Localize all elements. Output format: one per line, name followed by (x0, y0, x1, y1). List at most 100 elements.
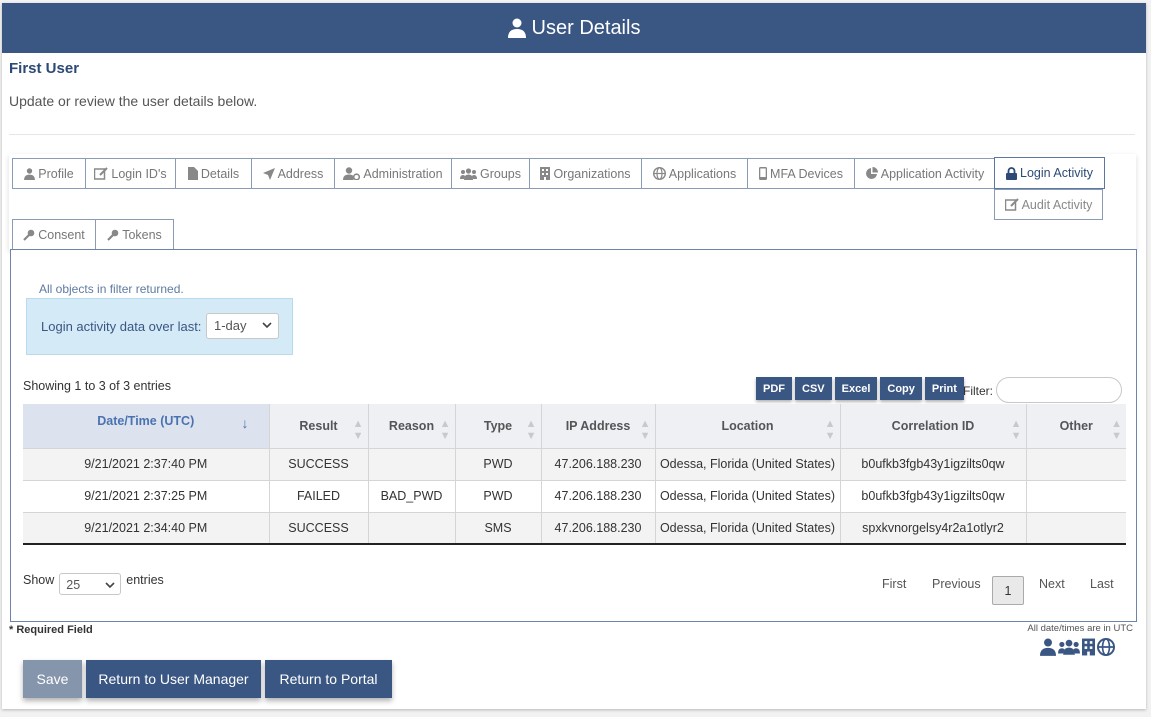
tab-organizations[interactable]: Organizations (529, 158, 642, 189)
required-field-note: * Required Field (9, 624, 93, 636)
chart-pie-icon (865, 167, 878, 179)
pager-last[interactable]: Last (1090, 577, 1114, 591)
column-label: IP Address (565, 418, 631, 433)
pager-previous[interactable]: Previous (932, 577, 981, 591)
sort-icon: ▲ ▼ (525, 418, 537, 442)
range-select-value: 1-day (214, 318, 247, 333)
save-button[interactable]: Save (23, 660, 82, 698)
csv-button[interactable]: CSV (795, 377, 832, 400)
column-header-ip[interactable]: IP Address ▲ ▼ (541, 404, 656, 448)
tab-label: Address (277, 166, 324, 181)
tab-login-ids[interactable]: Login ID's (85, 158, 176, 189)
users-icon (1058, 639, 1080, 655)
tab-label: Profile (38, 166, 74, 181)
sort-desc-icon: ↓ (241, 415, 249, 431)
user-name-heading: First User (9, 60, 80, 77)
building-icon (1082, 638, 1095, 656)
cell-correlation-id: b0ufkb3fgb43y1igzilts0qw (840, 447, 1027, 480)
return-to-portal-button[interactable]: Return to Portal (265, 660, 392, 698)
tab-login-activity[interactable]: Login Activity (994, 157, 1105, 189)
column-label: Location (721, 418, 774, 433)
cell-result: SUCCESS (269, 447, 369, 480)
location-arrow-icon (262, 167, 275, 180)
tab-label: Login ID's (111, 166, 167, 181)
cell-location: Odessa, Florida (United States) (655, 511, 841, 545)
tab-label: Audit Activity (1021, 197, 1093, 212)
column-header-correlation-id[interactable]: Correlation ID ▲ ▼ (840, 404, 1027, 448)
table-row: 9/21/2021 2:37:25 PM FAILED BAD_PWD PWD … (23, 479, 1126, 512)
pager-next[interactable]: Next (1039, 577, 1065, 591)
tab-label: Applications (668, 166, 737, 181)
mobile-icon (759, 167, 768, 180)
tab-groups[interactable]: Groups (451, 158, 530, 189)
globe-icon (1097, 638, 1115, 656)
tab-mfa-devices[interactable]: MFA Devices (747, 158, 855, 189)
cell-datetime: 9/21/2021 2:34:40 PM (23, 511, 270, 545)
tab-tokens[interactable]: Tokens (95, 219, 174, 250)
column-header-datetime[interactable]: Date/Time (UTC) ↓ (23, 404, 270, 448)
edit-icon (1004, 198, 1019, 211)
tab-consent[interactable]: Consent (12, 219, 96, 250)
tab-label: Administration (363, 166, 443, 181)
pdf-button[interactable]: PDF (756, 377, 792, 400)
globe-icon (652, 167, 666, 180)
cell-type: PWD (455, 447, 542, 480)
sort-icon: ▲ ▼ (1010, 418, 1022, 442)
entries-select-value: 25 (66, 578, 81, 592)
filter-note: All objects in filter returned. (39, 282, 184, 296)
tab-application-activity[interactable]: Application Activity (854, 158, 995, 189)
tab-administration[interactable]: Administration (334, 158, 452, 189)
chevron-down-icon (262, 314, 272, 346)
sort-icon: ▲ ▼ (639, 418, 651, 442)
tab-label: MFA Devices (770, 166, 843, 181)
print-button[interactable]: Print (924, 377, 964, 400)
key-icon (107, 229, 119, 241)
column-header-type[interactable]: Type ▲ ▼ (455, 404, 542, 448)
column-label: Date/Time (UTC) (97, 414, 195, 428)
column-label: Result (299, 418, 338, 433)
cell-ip: 47.206.188.230 (541, 479, 656, 512)
column-label: Type (483, 418, 513, 433)
range-select[interactable]: 1-day (206, 313, 279, 339)
page-header: User Details (2, 3, 1146, 53)
chevron-down-icon (105, 574, 115, 603)
key-icon (23, 229, 35, 241)
cell-location: Odessa, Florida (United States) (655, 447, 841, 480)
entries-select[interactable]: 25 (59, 573, 122, 595)
user-cog-icon (343, 167, 361, 180)
column-header-result[interactable]: Result ▲ ▼ (269, 404, 369, 448)
table-row: 9/21/2021 2:37:40 PM SUCCESS PWD 47.206.… (23, 447, 1126, 480)
lock-icon (1006, 166, 1018, 180)
cell-type: SMS (455, 511, 542, 545)
cell-result: FAILED (269, 479, 369, 512)
tab-audit-activity[interactable]: Audit Activity (994, 189, 1103, 220)
tab-label: Application Activity (880, 166, 985, 181)
legend-icons (1040, 638, 1115, 656)
column-header-other[interactable]: Other ▲ ▼ (1026, 404, 1126, 448)
entries-show-label: Show (23, 573, 55, 587)
return-to-user-manager-button[interactable]: Return to User Manager (86, 660, 261, 698)
excel-button[interactable]: Excel (834, 377, 878, 400)
filter-input[interactable] (996, 377, 1122, 403)
sort-icon: ▲ ▼ (824, 418, 836, 442)
pager-first[interactable]: First (882, 577, 906, 591)
table-row: 9/21/2021 2:34:40 PM SUCCESS SMS 47.206.… (23, 511, 1126, 545)
pager-current-page[interactable]: 1 (992, 576, 1024, 605)
user-icon (507, 18, 526, 38)
table-info: Showing 1 to 3 of 3 entries (23, 379, 172, 393)
copy-button[interactable]: Copy (880, 377, 922, 400)
tab-profile[interactable]: Profile (12, 158, 86, 189)
tab-address[interactable]: Address (251, 158, 335, 189)
column-header-reason[interactable]: Reason ▲ ▼ (368, 404, 456, 448)
tab-details[interactable]: Details (175, 158, 252, 189)
user-icon (24, 167, 36, 180)
cell-reason: BAD_PWD (368, 479, 456, 512)
edit-icon (94, 167, 109, 180)
cell-datetime: 9/21/2021 2:37:40 PM (23, 447, 270, 480)
tab-applications[interactable]: Applications (641, 158, 748, 189)
cell-reason (368, 447, 456, 480)
cell-correlation-id: spxkvnorgelsy4r2a1otlyr2 (840, 511, 1027, 545)
user-icon (1040, 638, 1056, 656)
column-header-location[interactable]: Location ▲ ▼ (655, 404, 841, 448)
export-buttons: PDF CSV Excel Copy Print (756, 377, 964, 400)
